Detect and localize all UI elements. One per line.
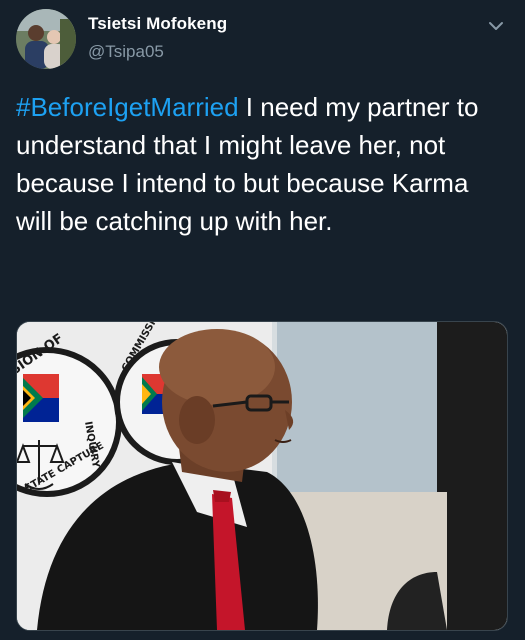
author-handle[interactable]: @Tsipa05 [88,42,164,62]
author-name[interactable]: Tsietsi Mofokeng [88,14,227,34]
tweet-text: #BeforeIgetMarried I need my partner to … [16,88,511,240]
avatar[interactable] [16,9,76,69]
flag-icon [23,374,59,422]
chevron-down-icon[interactable] [486,16,506,36]
tweet-card[interactable]: Tsietsi Mofokeng @Tsipa05 #BeforeIgetMar… [0,0,525,640]
tweet-photo[interactable]: SION OF INQUIRY STATE CAPTURE COMMIS [16,321,508,631]
avatar-photo [16,9,76,69]
hashtag-link[interactable]: #BeforeIgetMarried [16,92,239,122]
photo-image: SION OF INQUIRY STATE CAPTURE COMMIS [17,322,507,630]
